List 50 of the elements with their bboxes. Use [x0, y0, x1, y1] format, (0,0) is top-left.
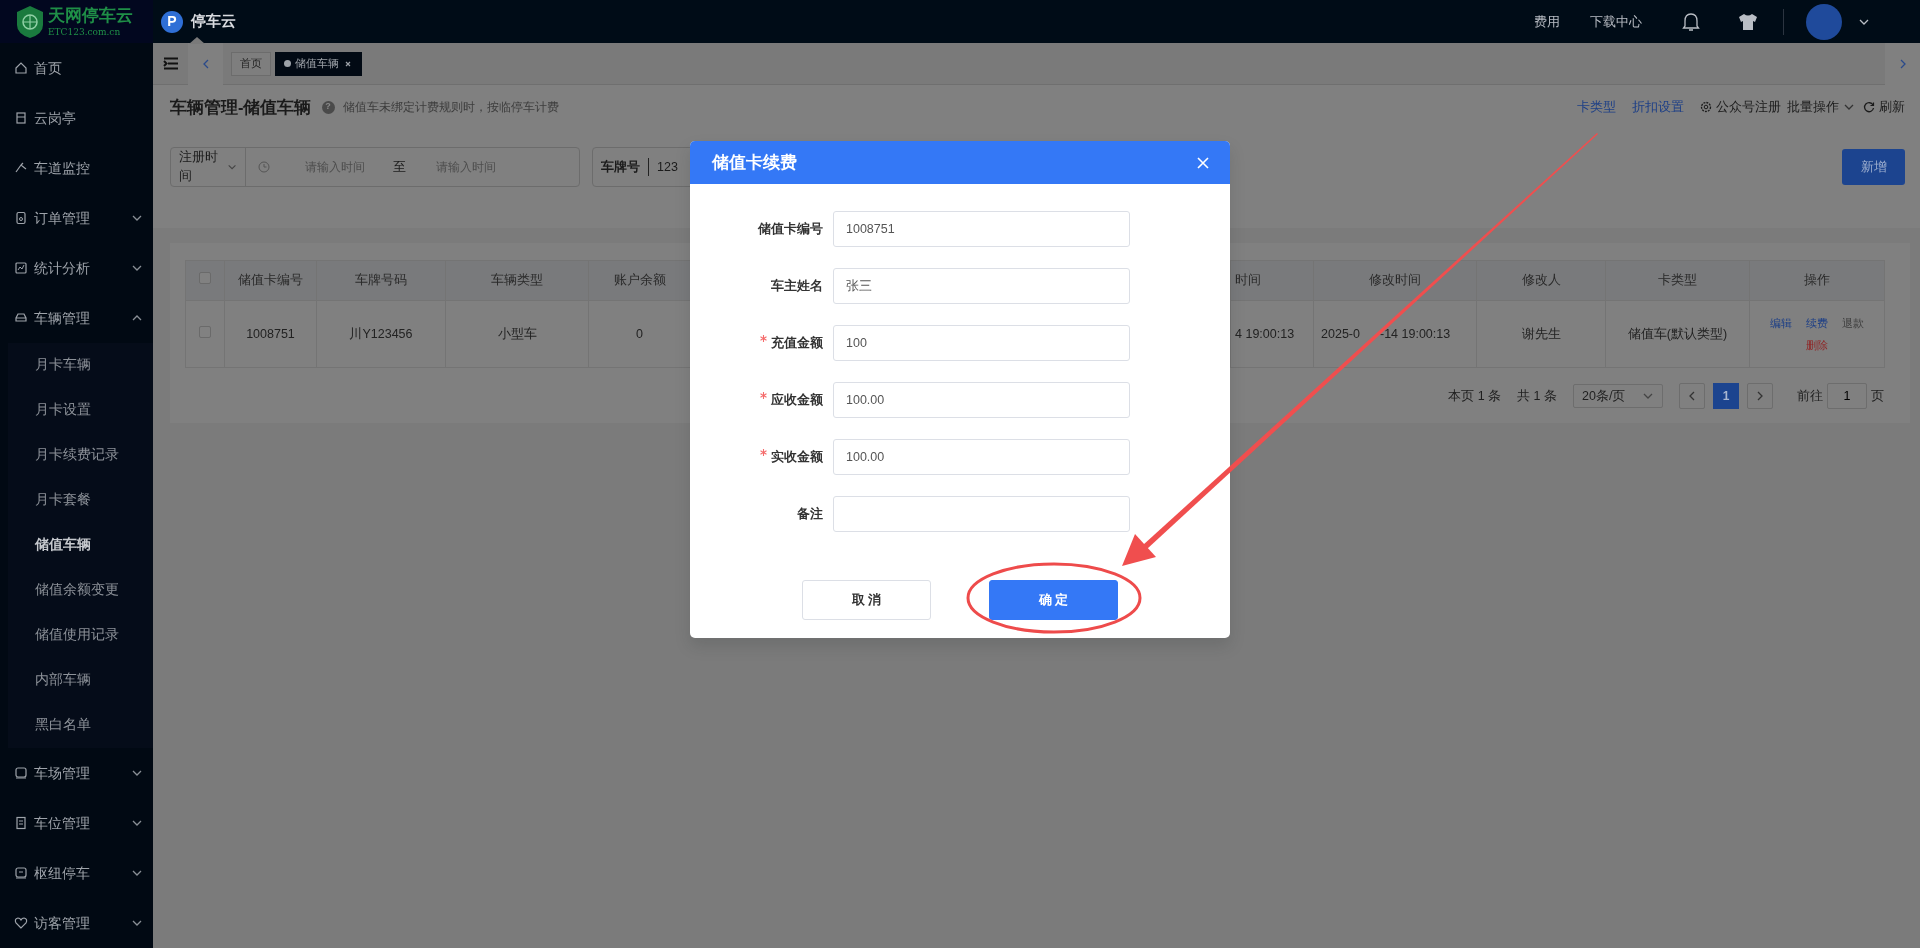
column-header: 车辆类型	[445, 260, 589, 301]
column-header: 修改人	[1476, 260, 1606, 301]
sidebar-label: 云岗亭	[34, 108, 76, 128]
column-header: 车牌号码	[316, 260, 446, 301]
sidebar-label: 车辆管理	[34, 308, 90, 328]
tab-label: 储值车辆	[295, 56, 339, 72]
table-cell: 1008751	[224, 300, 317, 368]
table-cell: 小型车	[445, 300, 589, 368]
plate-value: 123	[656, 158, 678, 176]
sidebar-label: 车道监控	[34, 158, 90, 178]
table-cell-text: 2025-0	[1320, 325, 1360, 343]
field-label: 储值卡编号	[758, 221, 823, 236]
sidebar-label: 车场管理	[34, 763, 90, 783]
page-count-text: 本页 1 条	[1448, 387, 1502, 405]
page-suffix: 页	[1871, 387, 1884, 405]
field-label: 车主姓名	[771, 278, 823, 293]
field-label: 备注	[797, 506, 823, 521]
table-cell-text: -14 19:00:13	[1380, 325, 1451, 343]
parking-logo-icon: P	[161, 10, 183, 33]
column-header: 储值卡编号	[224, 260, 317, 301]
field-label: 实收金额	[771, 449, 823, 464]
app-name: 停车云	[191, 11, 236, 32]
table-cell: 储值车(默认类型)	[1605, 300, 1750, 368]
sidebar-label: 订单管理	[34, 208, 90, 228]
total-count-text: 共 1 条	[1517, 387, 1557, 405]
field-label: 应收金额	[771, 392, 823, 407]
dialog-title: 储值卡续费	[712, 152, 797, 174]
range-separator: 至	[393, 158, 406, 176]
column-header: 操作	[1749, 260, 1885, 301]
page-title: 车辆管理-储值车辆	[170, 96, 312, 118]
page-size-text: 20条/页	[1582, 387, 1626, 405]
sidebar-label: 枢纽停车	[34, 863, 90, 883]
field-label: 充值金额	[771, 335, 823, 350]
tab-label: 首页	[240, 56, 262, 72]
help-icon: ?	[321, 100, 335, 114]
goto-label: 前往	[1797, 387, 1823, 405]
logo-domain: ETC123.com.cn	[48, 27, 122, 37]
column-header: 账户余额	[588, 260, 691, 301]
table-cell: 川Y123456	[316, 300, 446, 368]
column-header: 修改时间	[1313, 260, 1477, 301]
sidebar-label: 车位管理	[34, 813, 90, 833]
sidebar-label: 首页	[34, 58, 62, 78]
column-header: 卡类型	[1605, 260, 1750, 301]
plate-label: 车牌号	[601, 157, 649, 177]
column-header: 时间	[1230, 260, 1314, 301]
logo-text: 天网停车云	[48, 6, 133, 24]
table-cell: 谢先生	[1476, 300, 1606, 368]
hint-text: 储值车未绑定计费规则时，按临停车计费	[342, 99, 559, 116]
sidebar-label: 统计分析	[34, 258, 90, 278]
sidebar-label: 访客管理	[34, 913, 90, 933]
